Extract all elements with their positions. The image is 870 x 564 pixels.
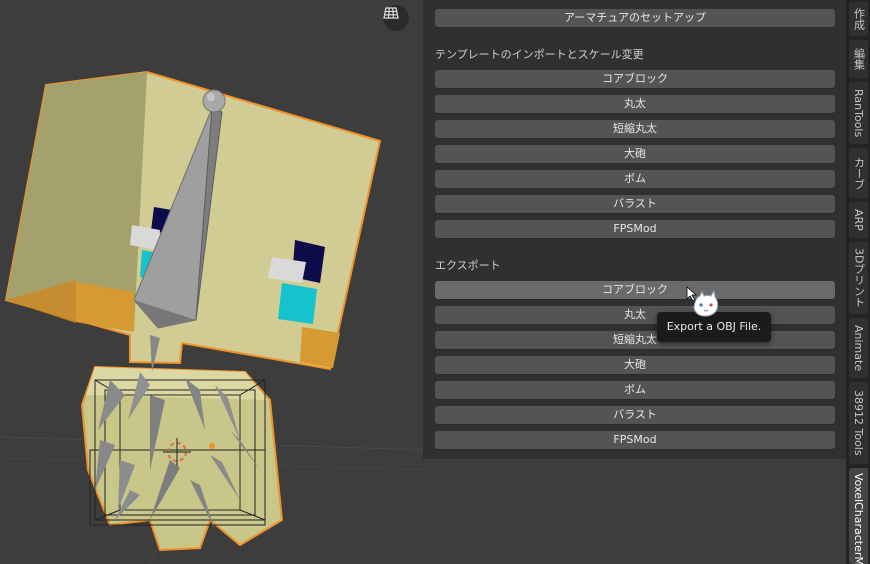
character-body[interactable]	[80, 335, 284, 552]
import-cannon-button[interactable]: 大砲	[435, 145, 835, 163]
armature-setup-button[interactable]: アーマチュアのセットアップ	[435, 9, 835, 27]
tab-create[interactable]: 作成	[849, 2, 868, 36]
tab-voxel-character-maker[interactable]: VoxelCharacterMa	[849, 468, 868, 564]
export-core-block-button[interactable]: コアブロック	[435, 281, 835, 299]
export-fpsmod-button[interactable]: FPSMod	[435, 431, 835, 449]
import-section-label: テンプレートのインポートとスケール変更	[435, 48, 644, 61]
import-short-log-button[interactable]: 短縮丸太	[435, 120, 835, 138]
import-core-block-button[interactable]: コアブロック	[435, 70, 835, 88]
import-ballast-button[interactable]: バラスト	[435, 195, 835, 213]
tab-arp[interactable]: ARP	[849, 202, 868, 238]
sidebar-panel: アーマチュアのセットアップ テンプレートのインポートとスケール変更 コアブロック…	[423, 0, 846, 459]
sidebar-tab-strip: 作成 編集 RanTools カーブ ARP 3Dプリント Animate 38…	[846, 0, 870, 564]
tab-curve[interactable]: カーブ	[849, 148, 868, 198]
export-bomb-button[interactable]: ボム	[435, 381, 835, 399]
mouse-cursor-icon	[686, 286, 720, 324]
tab-rantools[interactable]: RanTools	[849, 82, 868, 144]
import-bomb-button[interactable]: ボム	[435, 170, 835, 188]
grid-icon	[383, 7, 399, 19]
import-log-button[interactable]: 丸太	[435, 95, 835, 113]
export-section-label: エクスポート	[435, 259, 501, 272]
export-cannon-button[interactable]: 大砲	[435, 356, 835, 374]
import-fpsmod-button[interactable]: FPSMod	[435, 220, 835, 238]
export-ballast-button[interactable]: バラスト	[435, 406, 835, 424]
tab-3d-print[interactable]: 3Dプリント	[849, 242, 868, 314]
tab-edit[interactable]: 編集	[849, 40, 868, 78]
tab-animate[interactable]: Animate	[849, 318, 868, 378]
grid-toggle-button[interactable]	[383, 5, 409, 31]
export-short-log-button[interactable]: 短縮丸太	[435, 331, 835, 349]
tab-38912-tools[interactable]: 38912 Tools	[849, 382, 868, 464]
export-log-button[interactable]: 丸太	[435, 306, 835, 324]
